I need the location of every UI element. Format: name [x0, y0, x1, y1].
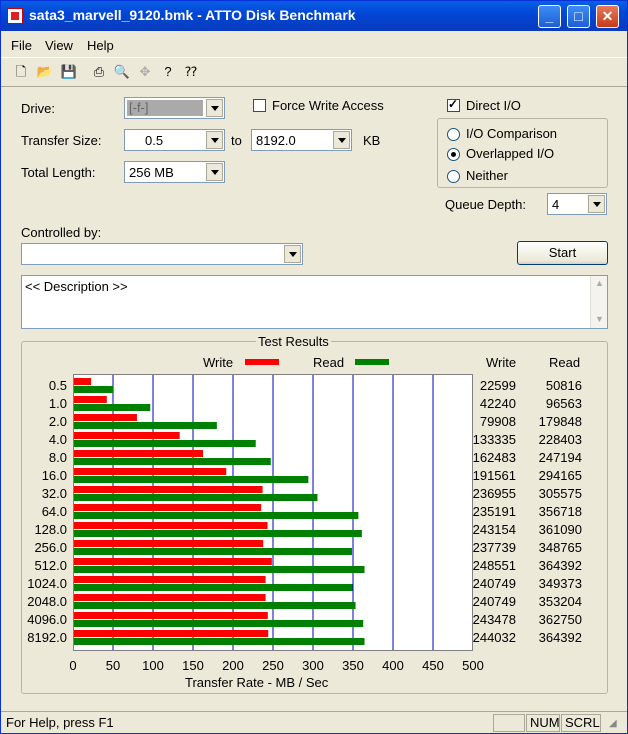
write-value-label: 244032 — [473, 630, 516, 645]
y-category-label: 4.0 — [49, 432, 67, 447]
read-bar — [74, 476, 309, 483]
y-category-label: 16.0 — [42, 468, 67, 483]
read-bar — [74, 548, 353, 555]
write-value-label: 133335 — [473, 432, 516, 447]
read-bar — [74, 530, 362, 537]
y-category-label: 64.0 — [42, 504, 67, 519]
write-value-label: 236955 — [473, 486, 516, 501]
write-value-label: 248551 — [473, 558, 516, 573]
read-bar — [74, 458, 271, 465]
y-category-label: 8.0 — [49, 450, 67, 465]
benchmark-chart: 0 50 100 150 200 250 300 350 400 450 500 0.5 22599 50… — [27, 375, 582, 673]
x-tick-label: 150 — [182, 658, 204, 673]
y-category-label: 4096.0 — [27, 612, 67, 627]
write-value-label: 243154 — [473, 522, 516, 537]
read-bar — [74, 638, 365, 645]
write-bar — [74, 414, 137, 421]
y-category-label: 1.0 — [49, 396, 67, 411]
y-category-label: 128.0 — [34, 522, 67, 537]
read-value-label: 362750 — [539, 612, 582, 627]
app-window: sata3_marvell_9120.bmk - ATTO Disk Bench… — [0, 0, 628, 734]
y-category-label: 2048.0 — [27, 594, 67, 609]
status-pane-empty — [493, 714, 525, 732]
status-help-text: For Help, press F1 — [6, 715, 114, 730]
write-bar — [74, 396, 107, 403]
x-tick-label: 450 — [422, 658, 444, 673]
resize-grip-icon[interactable]: ◢ — [609, 718, 617, 729]
read-value-label: 247194 — [539, 450, 582, 465]
x-tick-label: 500 — [462, 658, 484, 673]
x-tick-label: 0 — [69, 658, 76, 673]
y-category-label: 2.0 — [49, 414, 67, 429]
y-category-label: 8192.0 — [27, 630, 67, 645]
write-bar — [74, 576, 266, 583]
read-value-label: 356718 — [539, 504, 582, 519]
write-bar — [74, 594, 266, 601]
read-bar — [74, 620, 364, 627]
read-value-label: 361090 — [539, 522, 582, 537]
read-bar — [74, 386, 114, 393]
read-value-label: 364392 — [539, 630, 582, 645]
read-bar — [74, 422, 217, 429]
status-num: NUM — [526, 714, 560, 732]
read-bar — [74, 440, 256, 447]
write-value-label: 240749 — [473, 576, 516, 591]
y-category-label: 32.0 — [42, 486, 67, 501]
write-bar — [74, 522, 268, 529]
read-bar — [74, 584, 353, 591]
write-bar — [74, 378, 92, 385]
x-axis-label: Transfer Rate - MB / Sec — [185, 675, 329, 690]
read-value-label: 364392 — [539, 558, 582, 573]
x-tick-label: 200 — [222, 658, 244, 673]
x-tick-label: 350 — [342, 658, 364, 673]
status-scrl: SCRL — [561, 714, 601, 732]
write-value-label: 235191 — [473, 504, 516, 519]
read-value-label: 96563 — [546, 396, 582, 411]
status-bar: For Help, press F1 NUM SCRL ◢ — [1, 711, 627, 733]
write-bar — [74, 486, 263, 493]
write-bar — [74, 450, 203, 457]
y-category-label: 0.5 — [49, 378, 67, 393]
y-category-label: 256.0 — [34, 540, 67, 555]
read-value-label: 294165 — [539, 468, 582, 483]
y-category-label: 512.0 — [34, 558, 67, 573]
write-bar — [74, 630, 269, 637]
write-value-label: 243478 — [473, 612, 516, 627]
x-tick-label: 100 — [142, 658, 164, 673]
write-bar — [74, 540, 264, 547]
read-value-label: 353204 — [539, 594, 582, 609]
write-value-label: 22599 — [480, 378, 516, 393]
read-bar — [74, 512, 359, 519]
x-tick-label: 50 — [106, 658, 120, 673]
read-value-label: 179848 — [539, 414, 582, 429]
x-tick-label: 400 — [382, 658, 404, 673]
write-bar — [74, 432, 180, 439]
read-bar — [74, 566, 365, 573]
write-value-label: 237739 — [473, 540, 516, 555]
write-value-label: 240749 — [473, 594, 516, 609]
write-bar — [74, 558, 272, 565]
write-bar — [74, 468, 227, 475]
write-value-label: 79908 — [480, 414, 516, 429]
write-bar — [74, 612, 268, 619]
read-value-label: 50816 — [546, 378, 582, 393]
read-bar — [74, 494, 318, 501]
read-value-label: 348765 — [539, 540, 582, 555]
y-category-label: 1024.0 — [27, 576, 67, 591]
read-bar — [74, 602, 356, 609]
write-value-label: 191561 — [473, 468, 516, 483]
write-value-label: 162483 — [473, 450, 516, 465]
x-tick-label: 250 — [262, 658, 284, 673]
write-bar — [74, 504, 262, 511]
read-value-label: 228403 — [539, 432, 582, 447]
read-value-label: 349373 — [539, 576, 582, 591]
x-tick-label: 300 — [302, 658, 324, 673]
read-value-label: 305575 — [539, 486, 582, 501]
read-bar — [74, 404, 151, 411]
write-value-label: 42240 — [480, 396, 516, 411]
